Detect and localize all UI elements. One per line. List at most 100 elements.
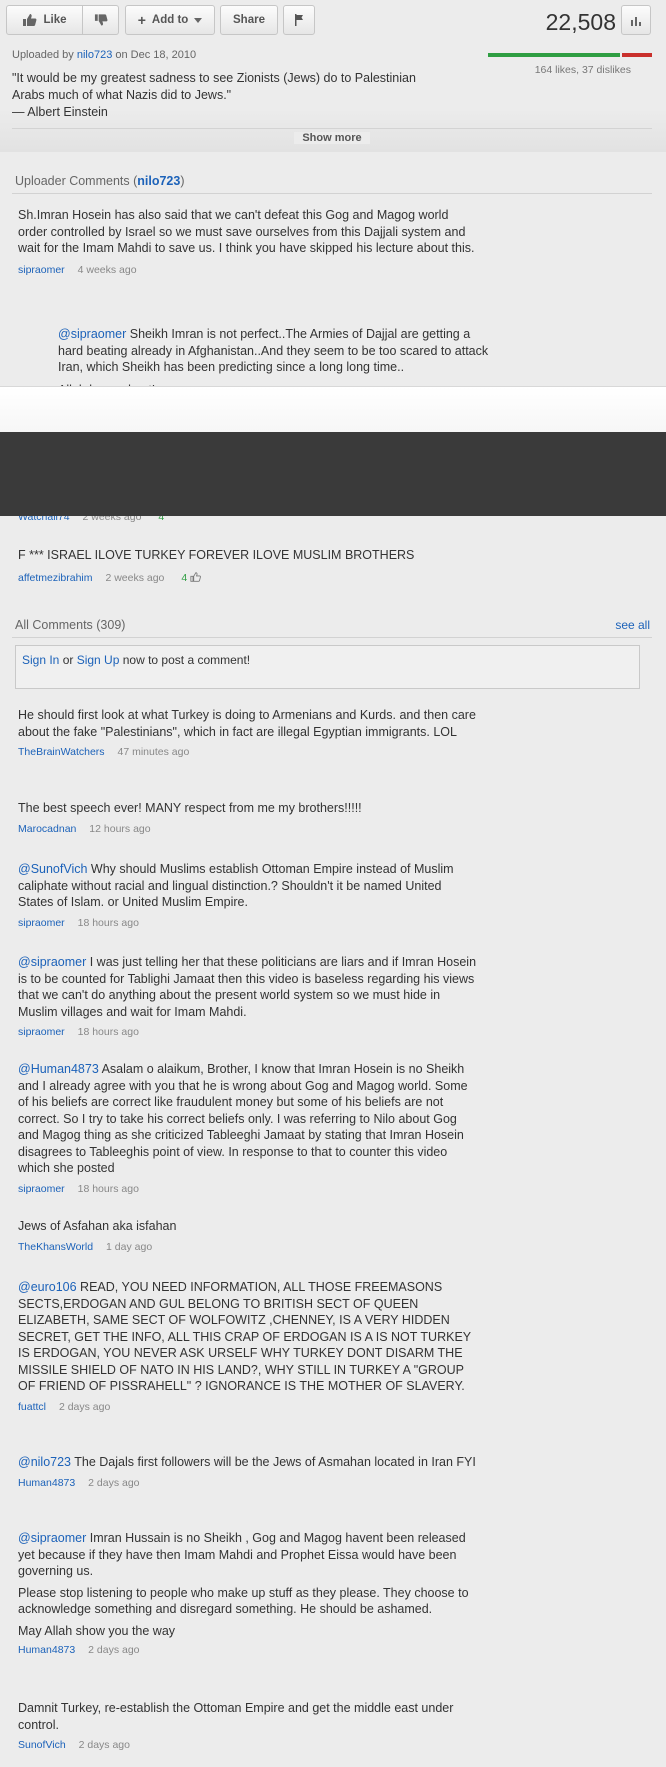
uploader-comments-title: Uploader Comments ( (15, 174, 138, 188)
thumbs-up-icon[interactable] (190, 571, 201, 584)
signin-suffix: now to post a comment! (119, 653, 251, 667)
description-line: — Albert Einstein (12, 105, 108, 119)
upload-info: Uploaded by nilo723 on Dec 18, 2010 (12, 49, 196, 61)
comment: @nilo723 The Dajals first followers will… (18, 1454, 478, 1489)
see-all-link[interactable]: see all (615, 618, 650, 632)
comment-meta: sipraomer 18 hours ago (18, 917, 478, 929)
sign-in-link[interactable]: Sign In (22, 653, 59, 667)
stats-button[interactable] (621, 5, 651, 35)
chevron-down-icon (194, 17, 203, 23)
mention-link[interactable]: @sipraomer (18, 955, 86, 969)
comment-text: @sipraomer Imran Hussain is no Sheikh , … (18, 1530, 478, 1639)
comment-paragraph: @sipraomer Imran Hussain is no Sheikh , … (18, 1530, 478, 1580)
thumbs-down-icon (94, 13, 108, 27)
overlay-panel (0, 432, 666, 516)
comment-text: @euro106 READ, YOU NEED INFORMATION, ALL… (18, 1279, 478, 1395)
comment: @sipraomer I was just telling her that t… (18, 954, 478, 1038)
comment-text: @nilo723 The Dajals first followers will… (18, 1454, 478, 1471)
comment-time: 2 days ago (58, 1400, 111, 1413)
comment-meta: TheBrainWatchers 47 minutes ago (18, 746, 478, 758)
flag-icon (294, 14, 304, 26)
comment: @sipraomer Imran Hussain is no Sheikh , … (18, 1530, 478, 1656)
comment-time: 2 days ago (78, 1739, 130, 1751)
comment-paragraph: Please stop listening to people who make… (18, 1585, 469, 1617)
comment-meta: sipraomer 4 weeks ago (18, 264, 478, 276)
comment-body: The Dajals first followers will be the J… (71, 1455, 476, 1469)
show-more-button[interactable]: Show more (12, 128, 652, 147)
mention-link[interactable]: @SunofVich (18, 862, 87, 876)
share-label: Share (233, 14, 265, 26)
comment-author-link[interactable]: sipraomer (18, 264, 65, 276)
comment-author-link[interactable]: affetmezibrahim (18, 572, 93, 584)
comment-text: @sipraomer I was just telling her that t… (18, 954, 478, 1020)
dislike-button[interactable] (83, 5, 119, 35)
bar-chart-icon (630, 15, 643, 26)
share-button[interactable]: Share (220, 5, 278, 35)
show-more-label: Show more (294, 132, 370, 144)
comment: Damnit Turkey, re-establish the Ottoman … (18, 1700, 478, 1751)
thumbs-up-icon (22, 13, 37, 27)
comment-meta: Marocadnan 12 hours ago (18, 823, 478, 835)
like-dislike-count: 164 likes, 37 dislikes (534, 64, 631, 76)
description-line: Arabs much of what Nazis did to Jews." (12, 88, 232, 102)
comment-author-link[interactable]: SunofVich (18, 1739, 66, 1751)
comment-text: Damnit Turkey, re-establish the Ottoman … (18, 1701, 454, 1732)
like-ratio-fill (488, 53, 620, 57)
view-count: 22,508 (545, 9, 616, 35)
description-text: "It would be my greatest sadness to see … (12, 70, 462, 121)
like-button[interactable]: Like (6, 5, 83, 35)
upload-date: on Dec 18, 2010 (115, 49, 197, 61)
comment-body: Asalam o alaikum, Brother, I know that I… (18, 1062, 468, 1175)
uploader-link[interactable]: nilo723 (77, 49, 112, 61)
add-to-button[interactable]: + Add to (125, 5, 215, 35)
comment-author-link[interactable]: fuattcl (18, 1401, 46, 1413)
comment-author-link[interactable]: TheKhansWorld (18, 1241, 93, 1253)
comment-author-link[interactable]: Marocadnan (18, 823, 76, 835)
comment-time: 18 hours ago (77, 916, 139, 929)
like-ratio-bar (488, 53, 652, 57)
comment-time: 18 hours ago (77, 1026, 139, 1038)
uploaded-prefix: Uploaded by (12, 49, 74, 61)
comment-time: 2 days ago (88, 1476, 140, 1489)
comment-meta: Human4873 2 days ago (18, 1644, 478, 1656)
comment-author-link[interactable]: sipraomer (18, 917, 65, 929)
comment-author-link[interactable]: sipraomer (18, 1026, 65, 1038)
comment-meta: affetmezibrahim 2 weeks ago 4 (18, 572, 478, 584)
section-divider (12, 193, 652, 194)
mention-link[interactable]: @nilo723 (18, 1455, 71, 1469)
comment-meta: SunofVich 2 days ago (18, 1739, 478, 1751)
comment-signin-box: Sign In or Sign Up now to post a comment… (15, 645, 640, 689)
mention-link[interactable]: @Human4873 (18, 1062, 99, 1076)
comment-author-link[interactable]: sipraomer (18, 1183, 65, 1195)
flag-button[interactable] (283, 5, 315, 35)
mention-link[interactable]: @euro106 (18, 1280, 77, 1294)
comment-text: @Human4873 Asalam o alaikum, Brother, I … (18, 1061, 478, 1177)
comment-author-link[interactable]: Human4873 (18, 1477, 75, 1489)
signin-or: or (59, 653, 77, 667)
comment-body: READ, YOU NEED INFORMATION, ALL THOSE FR… (18, 1280, 471, 1393)
uploader-comments-header: Uploader Comments (nilo723) (12, 174, 652, 194)
comment-text: The best speech ever! MANY respect from … (18, 801, 362, 815)
mention-link[interactable]: @sipraomer (58, 327, 126, 341)
section-divider (12, 637, 652, 638)
comment-author-link[interactable]: TheBrainWatchers (18, 746, 105, 758)
plus-icon: + (137, 12, 146, 28)
all-comments-title: All Comments (309) (15, 618, 126, 632)
comment-paragraph: May Allah show you the way (18, 1623, 176, 1638)
comment-time: 4 weeks ago (77, 263, 137, 276)
uploader-comments-user-link[interactable]: nilo723 (137, 174, 180, 188)
comment-text: He should first look at what Turkey is d… (18, 708, 476, 739)
comment: Jews of Asfahan aka isfahan TheKhansWorl… (18, 1218, 478, 1253)
comment-time: 47 minutes ago (117, 746, 190, 758)
description-line: "It would be my greatest sadness to see … (12, 71, 416, 85)
comment-time: 2 weeks ago (105, 571, 165, 584)
comment: @euro106 READ, YOU NEED INFORMATION, ALL… (18, 1279, 478, 1413)
video-actions-bar: Like + Add to Share 22,508 (0, 0, 666, 44)
mention-link[interactable]: @sipraomer (18, 1531, 86, 1545)
uploader-comment: F *** ISRAEL ILOVE TURKEY FOREVER ILOVE … (18, 547, 478, 584)
comment-text: F *** ISRAEL ILOVE TURKEY FOREVER ILOVE … (18, 548, 415, 562)
comment-author-link[interactable]: Human4873 (18, 1644, 75, 1656)
comment-time: 2 days ago (88, 1644, 140, 1656)
comment-time: 1 day ago (106, 1240, 153, 1253)
sign-up-link[interactable]: Sign Up (77, 653, 120, 667)
